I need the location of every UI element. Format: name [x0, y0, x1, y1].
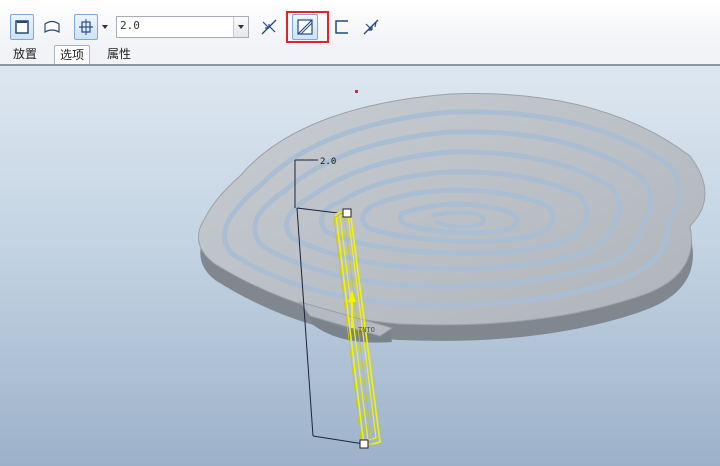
depth-value-text: 2.0: [120, 19, 140, 32]
tab-options[interactable]: 选项: [54, 45, 91, 64]
graphics-viewport[interactable]: 2.0 TNTO: [0, 66, 720, 466]
dimension-value-label[interactable]: 2.0: [320, 157, 336, 167]
axis-label: TNTO: [358, 326, 375, 334]
depth-type-button[interactable]: [74, 14, 98, 40]
flip-thickness-icon: [363, 19, 379, 35]
depth-value-dropdown-arrow[interactable]: [233, 17, 248, 37]
surface-extrude-icon: [44, 20, 60, 34]
tab-properties[interactable]: 属性: [102, 45, 136, 64]
remove-material-icon: [335, 20, 348, 34]
red-marker: [355, 90, 358, 93]
flip-direction-icon: [261, 19, 277, 35]
depth-type-dropdown-caret[interactable]: [102, 25, 108, 29]
tab-placement[interactable]: 放置: [8, 45, 42, 64]
bottom-drag-handle[interactable]: [359, 439, 369, 449]
remove-material-button[interactable]: [332, 14, 352, 40]
spiral-coil-model[interactable]: [197, 93, 706, 343]
solid-extrude-icon: [15, 20, 29, 34]
flip-direction-button[interactable]: [258, 14, 280, 40]
top-drag-handle[interactable]: [342, 208, 352, 218]
highlight-box: [286, 11, 329, 43]
flip-thickness-button[interactable]: [360, 14, 382, 40]
solid-extrude-button[interactable]: [10, 14, 34, 40]
dashboard-toolbar: 2.0: [0, 0, 720, 44]
model-canvas[interactable]: 2.0 TNTO: [0, 66, 720, 466]
depth-value-field[interactable]: 2.0: [116, 16, 249, 38]
coil-outer-turn: [197, 93, 706, 326]
surface-extrude-button[interactable]: [40, 14, 64, 40]
dashboard-tabs: 放置 选项 属性: [0, 44, 720, 64]
blind-depth-icon: [79, 19, 93, 35]
